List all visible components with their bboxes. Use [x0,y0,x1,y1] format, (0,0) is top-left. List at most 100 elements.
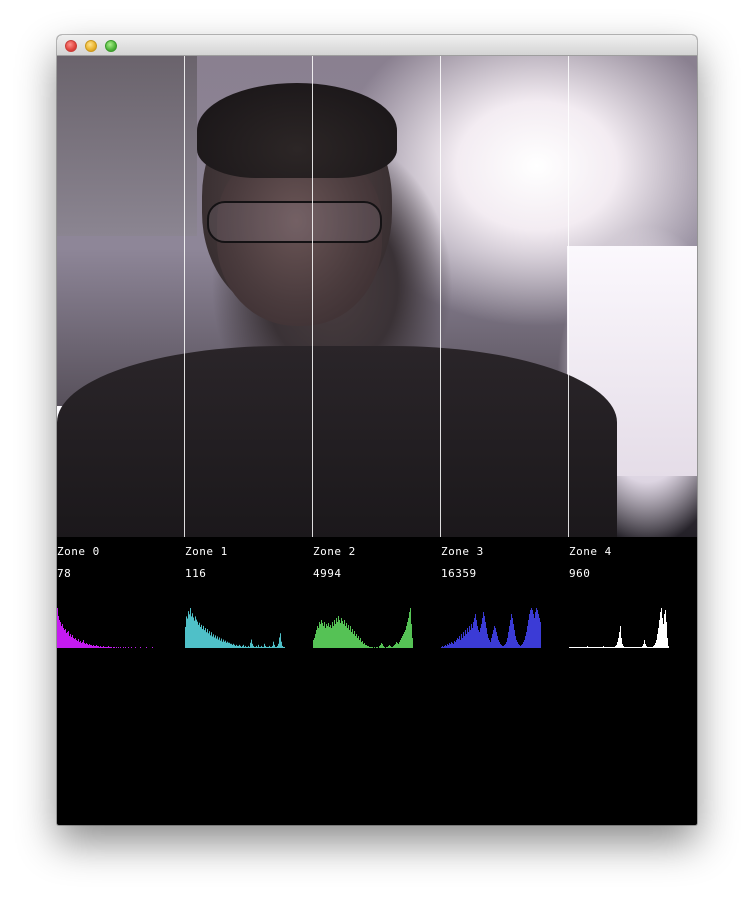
histogram-bar [200,626,201,648]
histogram-bar [654,645,655,648]
histogram-bar [313,640,314,648]
histogram-bar [190,608,191,648]
histogram-bar [397,643,398,648]
histogram-bar [233,643,234,648]
histogram-bar [642,646,643,648]
histogram-bar [104,647,105,648]
histogram-bar [192,613,193,648]
histogram-bar [245,645,246,648]
histogram-bar [266,646,267,648]
histogram-bar [467,628,468,648]
histogram-bar [636,647,637,648]
histogram-bar [66,633,67,648]
histogram-bar [278,643,279,648]
histogram-bar [538,614,539,648]
zoom-window-button[interactable] [105,40,117,52]
histogram-bar [630,647,631,648]
histogram-bar [202,629,203,648]
histogram-bar [344,620,345,648]
histogram-bar [60,622,61,648]
histogram-bar [527,626,528,648]
histogram-bar [81,643,82,648]
histogram-bar [255,646,256,648]
histogram-bar [616,645,617,648]
histogram-svg [185,608,285,648]
histogram-bar [204,630,205,648]
histogram-bar [274,644,275,648]
histogram-bar [470,630,471,648]
histogram-bar [495,628,496,648]
histogram-bar [284,646,285,648]
histogram-bar [356,634,357,648]
histogram-bar [350,626,351,648]
histogram-bar [386,647,387,648]
histogram-bar [485,622,486,648]
histogram-bar [501,645,502,648]
histogram-bar [450,644,451,648]
histogram-bar [454,641,455,648]
histogram-bar [87,644,88,648]
histogram-bar [520,646,521,648]
histogram-bar [354,631,355,648]
histogram-bar [358,636,359,648]
histogram-bar [382,644,383,648]
histogram-bar [460,640,461,648]
histogram-bar [85,644,86,648]
histogram-bar [531,608,532,648]
histogram-bar [240,645,241,648]
histogram-bar [332,622,333,648]
histogram-bar [94,646,95,648]
histogram-bar [536,608,537,648]
histogram-bar [459,636,460,648]
histogram-bar [352,629,353,648]
histogram-bar [256,645,257,648]
histogram-bar [107,647,108,648]
histogram-bar [515,636,516,648]
histogram-bar [140,647,141,648]
histogram-bar [667,638,668,648]
minimize-window-button[interactable] [85,40,97,52]
close-window-button[interactable] [65,40,77,52]
histogram-bar [230,643,231,648]
histogram-bar [146,647,147,648]
histogram-bar [462,638,463,648]
histogram-bar [114,647,115,648]
histogram-bar [370,647,371,648]
histogram-bar [316,630,317,648]
title-bar[interactable] [57,35,697,56]
histogram-bar [599,647,600,648]
histogram-bar [572,647,573,648]
histogram-bar [73,638,74,648]
zone-divider-1 [184,56,185,537]
histogram-bar [108,646,109,648]
histogram-bar [123,647,124,648]
histogram-bar [249,646,250,648]
histogram-bar [624,647,625,648]
histogram-bar [512,618,513,648]
histogram-bar [476,620,477,648]
histogram-bar [242,645,243,648]
histogram-bar [276,646,277,648]
zone-3-histogram [441,600,541,648]
histogram-bar [650,647,651,648]
histogram-svg [569,608,669,648]
histogram-bar [264,643,265,648]
histogram-bar [65,629,66,648]
histogram-bar [653,646,654,648]
zone-4-label: Zone 4 [569,545,612,558]
histogram-bar [259,646,260,648]
histogram-bar [125,647,126,648]
histogram-bar [342,621,343,648]
histogram-bar [623,646,624,648]
histogram-bar [497,636,498,648]
histogram-bar [98,646,99,648]
histogram-bar [76,640,77,648]
histogram-bar [333,626,334,648]
histogram-bar [646,646,647,648]
histogram-bar [399,642,400,648]
histogram-bar [228,642,229,648]
histogram-bar [589,647,590,648]
histogram-bar [569,647,570,648]
histogram-bar [327,626,328,648]
histogram-bar [539,618,540,648]
